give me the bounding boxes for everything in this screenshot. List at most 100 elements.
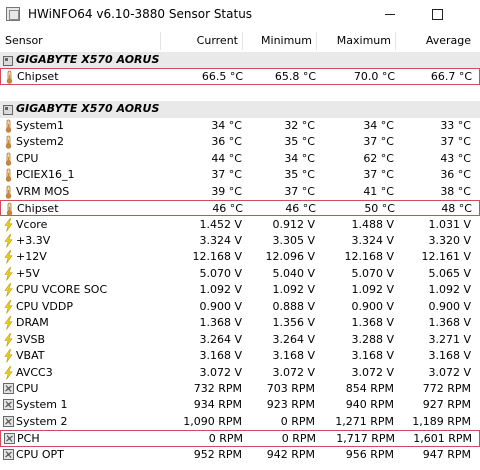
sensor-row[interactable]: PCH 0 RPM 0 RPM 1,717 RPM 1,601 RPM	[0, 430, 480, 447]
minimum-value: 37 °C	[284, 184, 315, 198]
average-value: 1,601 RPM	[413, 432, 472, 446]
column-header-sensor[interactable]: Sensor	[0, 30, 160, 52]
maximum-value: 3.072 V	[351, 365, 394, 379]
sensor-name: CPU	[16, 382, 39, 395]
sensor-row[interactable]: +5V 5.070 V 5.040 V 5.070 V 5.065 V	[0, 266, 480, 282]
minimize-icon	[385, 13, 395, 15]
current-value: 732 RPM	[193, 382, 242, 395]
maximum-value: 1.488 V	[351, 217, 394, 231]
minimum-value: 46 °C	[285, 202, 316, 216]
column-header-average[interactable]: Average	[395, 30, 475, 52]
minimum-value: 3.168 V	[272, 349, 315, 363]
spacer-row	[0, 85, 480, 101]
average-value: 1.368 V	[428, 316, 471, 330]
sensor-row[interactable]: System 2 1,090 RPM 0 RPM 1,271 RPM 1,189 RPM	[0, 414, 480, 430]
minimum-value: 942 RPM	[266, 447, 315, 461]
current-value: 34 °C	[211, 118, 242, 132]
sensor-row[interactable]: CPU VCORE SOC 1.092 V 1.092 V 1.092 V 1.092 …	[0, 282, 480, 298]
maximum-value: 854 RPM	[345, 382, 394, 395]
maximum-value: 50 °C	[364, 202, 395, 216]
current-value: 3.324 V	[199, 233, 242, 247]
sensor-row[interactable]: Chipset 46 °C 46 °C 50 °C 48 °C	[0, 200, 480, 217]
maximum-value: 956 RPM	[345, 447, 394, 461]
minimum-value: 12.096 V	[265, 250, 315, 264]
column-header-current[interactable]: Current	[160, 30, 242, 52]
lightning-icon	[4, 283, 13, 297]
average-value: 66.7 °C	[430, 70, 472, 84]
current-value: 36 °C	[211, 135, 242, 149]
current-value: 952 RPM	[193, 447, 242, 461]
lightning-icon	[4, 250, 13, 265]
maximum-value: 3.324 V	[351, 233, 394, 247]
current-value: 1.368 V	[199, 316, 242, 330]
maximum-value: 1,717 RPM	[336, 432, 395, 446]
minimize-button[interactable]	[367, 0, 413, 30]
sensor-row[interactable]: DRAM 1.368 V 1.356 V 1.368 V 1.368 V	[0, 315, 480, 331]
sensor-row[interactable]: AVCC3 3.072 V 3.072 V 3.072 V 3.072 V	[0, 365, 480, 381]
minimum-value: 3.072 V	[272, 365, 315, 379]
average-value: 772 RPM	[422, 382, 471, 395]
average-value: 0.900 V	[428, 299, 471, 313]
column-header-maximum[interactable]: Maximum	[316, 30, 395, 52]
current-value: 1,090 RPM	[183, 414, 242, 428]
column-header-minimum[interactable]: Minimum	[242, 30, 316, 52]
sensor-name: Chipset	[17, 70, 59, 84]
average-value: 12.161 V	[421, 250, 471, 264]
sensor-row[interactable]: +12V 12.168 V 12.096 V 12.168 V 12.161 V	[0, 249, 480, 265]
sensor-row[interactable]: System1 34 °C 32 °C 34 °C 33 °C	[0, 118, 480, 134]
thermometer-icon	[6, 202, 13, 216]
minimum-value: 35 °C	[284, 135, 315, 149]
lightning-icon	[4, 349, 13, 363]
thermometer-icon	[5, 185, 12, 199]
average-value: 38 °C	[440, 184, 471, 198]
fan-icon	[3, 415, 14, 427]
sensor-row[interactable]: Chipset 66.5 °C 65.8 °C 70.0 °C 66.7 °C	[0, 68, 480, 85]
minimum-value: 0 RPM	[281, 432, 316, 446]
sensor-row[interactable]: Vcore 1.452 V 0.912 V 1.488 V 1.031 V	[0, 217, 480, 233]
fan-icon	[3, 383, 14, 394]
sensor-row[interactable]: CPU 44 °C 34 °C 62 °C 43 °C	[0, 151, 480, 167]
sensor-group-label: GIGABYTE X570 AORUS ELI...	[16, 102, 161, 116]
average-value: 36 °C	[440, 168, 471, 182]
sensor-row[interactable]: System 1 934 RPM 923 RPM 940 RPM 927 RPM	[0, 397, 480, 413]
minimum-value: 0.888 V	[272, 299, 315, 313]
maximum-value: 3.168 V	[351, 349, 394, 363]
sensor-row[interactable]: PCIEX16_1 37 °C 35 °C 37 °C 36 °C	[0, 167, 480, 183]
sensor-group-header[interactable]: GIGABYTE X570 AORUS ELI...	[0, 101, 480, 118]
sensor-name: PCH	[17, 432, 40, 446]
minimum-value: 3.305 V	[272, 233, 315, 247]
average-value: 3.072 V	[428, 365, 471, 379]
sensor-row[interactable]: 3VSB 3.264 V 3.264 V 3.288 V 3.271 V	[0, 332, 480, 348]
maximum-value: 5.070 V	[351, 266, 394, 280]
sensor-row[interactable]: VBAT 3.168 V 3.168 V 3.168 V 3.168 V	[0, 348, 480, 364]
average-value: 3.168 V	[428, 349, 471, 363]
current-value: 44 °C	[211, 151, 242, 165]
current-value: 0.900 V	[199, 299, 242, 313]
maximum-value: 940 RPM	[345, 398, 394, 412]
sensor-row[interactable]: CPU 732 RPM 703 RPM 854 RPM 772 RPM	[0, 381, 480, 397]
motherboard-icon	[3, 104, 13, 116]
maximum-value: 37 °C	[363, 168, 394, 182]
average-value: 1.031 V	[428, 217, 471, 231]
thermometer-icon	[6, 71, 13, 85]
sensor-name: CPU VDDP	[16, 299, 73, 313]
lightning-icon	[4, 332, 13, 347]
minimum-value: 0.912 V	[272, 217, 315, 231]
current-value: 39 °C	[211, 184, 242, 198]
app-icon	[6, 7, 20, 21]
sensor-row[interactable]: CPU OPT 952 RPM 942 RPM 956 RPM 947 RPM	[0, 447, 480, 463]
maximize-button[interactable]	[414, 0, 460, 30]
average-value: 43 °C	[440, 151, 471, 165]
maximum-value: 34 °C	[363, 118, 394, 132]
sensor-name: CPU VCORE SOC	[16, 283, 108, 297]
sensor-row[interactable]: CPU VDDP 0.900 V 0.888 V 0.900 V 0.900 V	[0, 299, 480, 315]
sensor-row[interactable]: VRM MOS 39 °C 37 °C 41 °C 38 °C	[0, 184, 480, 200]
minimum-value: 0 RPM	[280, 414, 315, 428]
sensor-row[interactable]: System2 36 °C 35 °C 37 °C 37 °C	[0, 134, 480, 150]
thermometer-icon	[5, 152, 12, 166]
maximum-value: 41 °C	[363, 184, 394, 198]
average-value: 37 °C	[440, 135, 471, 149]
sensor-row[interactable]: +3.3V 3.324 V 3.305 V 3.324 V 3.320 V	[0, 233, 480, 249]
average-value: 5.065 V	[428, 266, 471, 280]
sensor-group-header[interactable]: GIGABYTE X570 AORUS ELI...	[0, 52, 480, 69]
